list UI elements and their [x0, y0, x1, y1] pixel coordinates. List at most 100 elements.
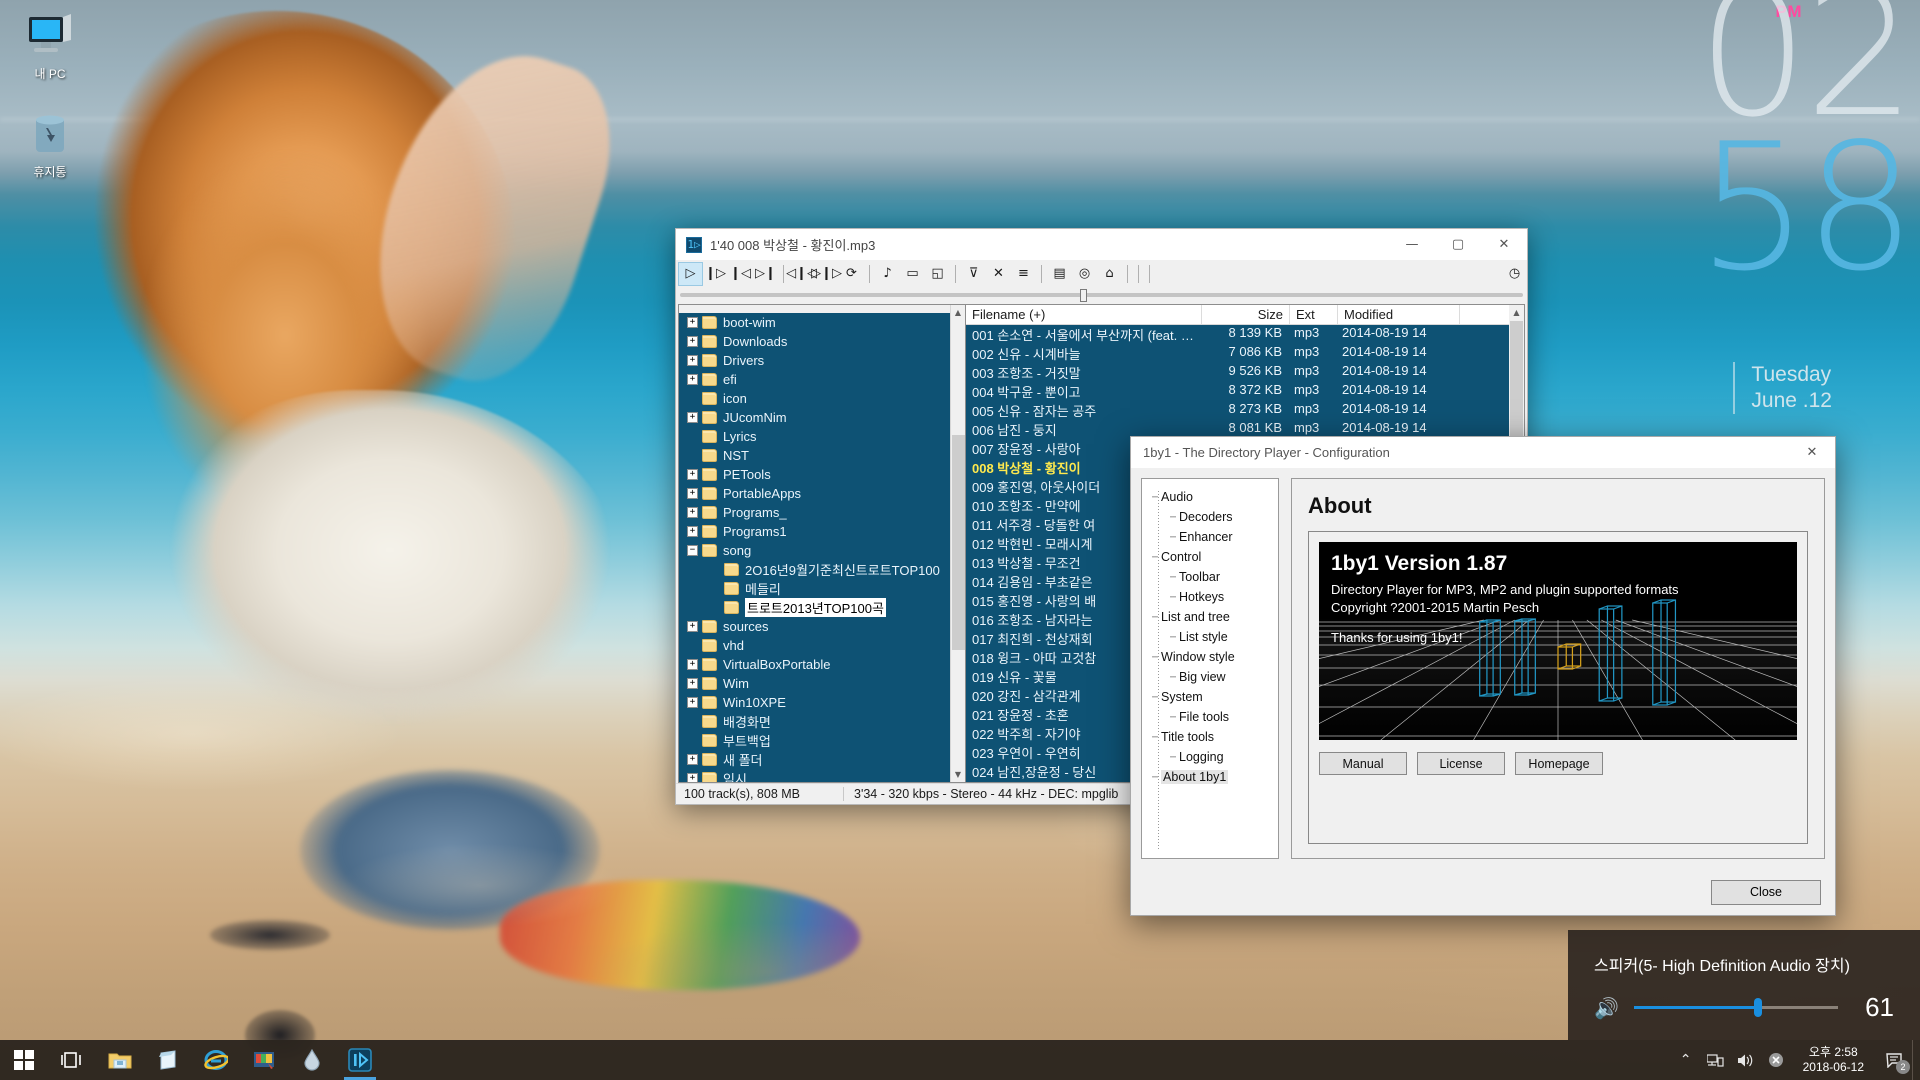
fast-forward-button[interactable]: ▷❙▷ — [811, 262, 842, 286]
config-nav-tree[interactable]: ⋯ Audio ⋯ Decoders ⋯ Enhancer ⋯ Control ⋯ Toolbar… — [1141, 478, 1279, 859]
tree-item[interactable]: + efi — [679, 370, 965, 389]
volume-row[interactable]: 🔊 61 — [1594, 992, 1894, 1023]
expand-icon[interactable]: + — [687, 469, 698, 480]
settings-button[interactable]: ◎ — [1072, 262, 1097, 286]
expand-icon[interactable]: + — [687, 488, 698, 499]
configuration-dialog[interactable]: 1by1 - The Directory Player - Configurat… — [1130, 436, 1836, 916]
tree-item[interactable]: + Programs_ — [679, 503, 965, 522]
list-scroll-thumb[interactable] — [1510, 321, 1523, 441]
tree-item[interactable]: + VirtualBoxPortable — [679, 655, 965, 674]
clock-button[interactable]: ◷ — [1502, 262, 1527, 286]
file-explorer-button[interactable] — [96, 1040, 144, 1080]
tree-item[interactable]: + Drivers — [679, 351, 965, 370]
expand-icon[interactable]: + — [687, 374, 698, 385]
expand-icon[interactable]: + — [687, 621, 698, 632]
desktop-icon-my-pc[interactable]: 내 PC — [6, 12, 94, 81]
tree-item[interactable]: + 임시 — [679, 769, 965, 782]
home-folder-button[interactable]: ⌂ — [1097, 262, 1122, 286]
volume-icon[interactable] — [1731, 1040, 1761, 1080]
config-nav-item[interactable]: ⋯ System — [1142, 687, 1278, 707]
file-list-header[interactable]: Filename (+) Size Ext Modified — [966, 305, 1524, 325]
column-filename[interactable]: Filename (+) — [966, 305, 1202, 324]
file-list-row[interactable]: 002 신유 - 시계바늘 7 086 KB mp3 2014-08-19 14 — [966, 344, 1524, 363]
volume-slider-thumb[interactable] — [1754, 998, 1763, 1017]
nav-items[interactable]: ⋯ Audio ⋯ Decoders ⋯ Enhancer ⋯ Control ⋯ Toolbar… — [1142, 487, 1278, 787]
pause-button[interactable]: ❙▷ — [703, 262, 728, 286]
config-nav-item[interactable]: ⋯ List style — [1142, 627, 1278, 647]
network-icon[interactable] — [1701, 1040, 1731, 1080]
tag-editor-button[interactable]: ▤ — [1047, 262, 1072, 286]
expand-icon[interactable]: + — [687, 526, 698, 537]
config-nav-item[interactable]: ⋯ Big view — [1142, 667, 1278, 687]
tray-clock[interactable]: 오후 2:58 2018-06-12 — [1791, 1040, 1876, 1080]
manual-button[interactable]: Manual — [1319, 752, 1407, 775]
big-view-button[interactable]: ◱ — [925, 262, 950, 286]
tree-scroll-up-icon[interactable]: ▲ — [951, 305, 965, 320]
license-button[interactable]: License — [1417, 752, 1505, 775]
config-close-icon[interactable]: ✕ — [1789, 438, 1835, 468]
loop-button[interactable]: ⟳ — [839, 262, 864, 286]
tree-item[interactable]: + PortableApps — [679, 484, 965, 503]
expand-icon[interactable]: + — [687, 697, 698, 708]
start-button[interactable] — [0, 1040, 48, 1080]
config-nav-item[interactable]: ⋯ About 1by1 — [1142, 767, 1278, 787]
player-titlebar[interactable]: 1▷ 1'40 008 박상철 - 황진이.mp3 — ▢ ✕ — [676, 229, 1527, 260]
tree-scroll-thumb[interactable] — [952, 435, 965, 650]
tree-item[interactable]: + Win10XPE — [679, 693, 965, 712]
config-nav-item[interactable]: ⋯ Hotkeys — [1142, 587, 1278, 607]
tree-rows[interactable]: + boot-wim + Downloads + Drivers + efi icon + JUco… — [679, 313, 965, 782]
file-list-row[interactable]: 004 박구윤 - 뿐이고 8 372 KB mp3 2014-08-19 14 — [966, 382, 1524, 401]
config-nav-item[interactable]: ⋯ Toolbar — [1142, 567, 1278, 587]
window-view-button[interactable]: ▭ — [900, 262, 925, 286]
tree-item[interactable]: 트로트2013년TOP100곡 — [679, 598, 965, 617]
system-tray[interactable]: ⌃ 오후 2:58 2018-06-12 2 — [1671, 1040, 1920, 1080]
seek-track[interactable] — [680, 289, 1523, 302]
tree-item[interactable]: icon — [679, 389, 965, 408]
taskbar[interactable]: ⌃ 오후 2:58 2018-06-12 2 — [0, 1040, 1920, 1080]
tree-item[interactable]: + JUcomNim — [679, 408, 965, 427]
tree-item[interactable]: − song — [679, 541, 965, 560]
config-nav-item[interactable]: ⋯ Logging — [1142, 747, 1278, 767]
config-nav-item[interactable]: ⋯ List and tree — [1142, 607, 1278, 627]
seek-thumb[interactable] — [1080, 289, 1088, 302]
tree-item[interactable]: + PETools — [679, 465, 965, 484]
internet-explorer-button[interactable] — [192, 1040, 240, 1080]
tree-item[interactable]: + sources — [679, 617, 965, 636]
play-button[interactable]: ▷ — [678, 261, 703, 286]
file-list-row[interactable]: 005 신유 - 잠자는 공주 8 273 KB mp3 2014-08-19 14 — [966, 401, 1524, 420]
config-nav-item[interactable]: ⋯ Title tools — [1142, 727, 1278, 747]
filter-button[interactable]: ⊽ — [961, 262, 986, 286]
tree-item[interactable]: 메들리 — [679, 579, 965, 598]
tree-item[interactable]: + Downloads — [679, 332, 965, 351]
next-track-button[interactable]: ▷❙ — [753, 262, 778, 286]
tree-item[interactable]: 부트백업 — [679, 731, 965, 750]
column-modified[interactable]: Modified — [1338, 305, 1460, 324]
config-nav-item[interactable]: ⋯ Decoders — [1142, 507, 1278, 527]
tree-scrollbar[interactable]: ▲ ▼ — [950, 305, 965, 782]
expand-icon[interactable]: + — [687, 507, 698, 518]
tree-item[interactable]: + boot-wim — [679, 313, 965, 332]
config-titlebar[interactable]: 1by1 - The Directory Player - Configurat… — [1131, 437, 1835, 468]
column-ext[interactable]: Ext — [1290, 305, 1338, 324]
expand-icon[interactable]: + — [687, 659, 698, 670]
tree-item[interactable]: 2O16년9월기준최신트로트TOP100 — [679, 560, 965, 579]
tree-item[interactable]: Lyrics — [679, 427, 965, 446]
seek-bar[interactable] — [676, 288, 1527, 304]
speaker-icon[interactable]: 🔊 — [1594, 996, 1620, 1020]
task-view-button[interactable] — [48, 1040, 96, 1080]
expand-icon[interactable]: + — [687, 678, 698, 689]
action-center-button[interactable]: 2 — [1876, 1040, 1912, 1080]
tree-item[interactable]: vhd — [679, 636, 965, 655]
notepad-button[interactable] — [144, 1040, 192, 1080]
playlist-button[interactable]: ≡ — [1011, 262, 1036, 286]
droplet-app-button[interactable] — [288, 1040, 336, 1080]
error-icon[interactable] — [1761, 1040, 1791, 1080]
config-nav-item[interactable]: ⋯ Window style — [1142, 647, 1278, 667]
list-scroll-up-icon[interactable]: ▲ — [1509, 305, 1524, 320]
file-list-row[interactable]: 003 조항조 - 거짓말 9 526 KB mp3 2014-08-19 14 — [966, 363, 1524, 382]
volume-slider[interactable] — [1634, 998, 1838, 1017]
volume-osd[interactable]: 스피커(5- High Definition Audio 장치) 🔊 61 — [1568, 930, 1920, 1040]
tree-item[interactable]: 배경화면 — [679, 712, 965, 731]
close-dialog-button[interactable]: Close — [1711, 879, 1821, 905]
show-hidden-icons-button[interactable]: ⌃ — [1671, 1040, 1701, 1080]
